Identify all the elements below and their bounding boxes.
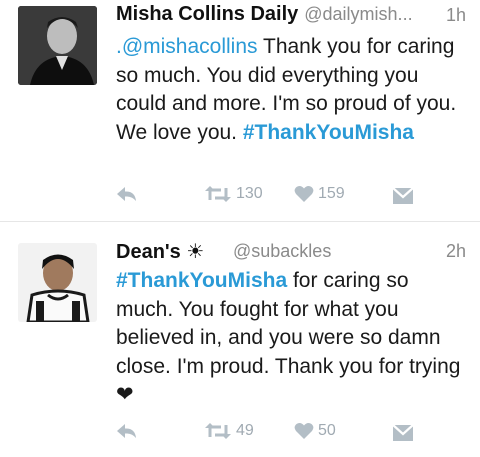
display-name[interactable]: Misha Collins Daily bbox=[116, 3, 298, 25]
reply-button[interactable] bbox=[116, 419, 138, 443]
retweet-button[interactable]: 130 bbox=[204, 182, 263, 206]
sun-emoji: ☀ bbox=[186, 241, 205, 263]
display-name[interactable]: Dean's ☀ bbox=[116, 241, 204, 263]
username[interactable]: @subackles bbox=[233, 241, 331, 262]
heart-icon bbox=[294, 422, 314, 440]
tweet-divider bbox=[0, 221, 480, 222]
direct-message-button[interactable] bbox=[392, 184, 414, 208]
avatar[interactable] bbox=[18, 243, 97, 322]
timestamp: 1h bbox=[445, 5, 466, 25]
retweet-button[interactable]: 49 bbox=[204, 419, 254, 443]
retweet-icon bbox=[204, 185, 232, 203]
tweet-actions: 130 159 bbox=[116, 182, 456, 206]
reply-icon bbox=[116, 185, 138, 203]
avatar[interactable] bbox=[18, 6, 97, 85]
like-button[interactable]: 50 bbox=[294, 419, 336, 443]
timestamp: 2h bbox=[445, 241, 466, 261]
hashtag-link[interactable]: #ThankYouMisha bbox=[116, 269, 287, 292]
tweet[interactable]: Misha Collins Daily @dailymish... 1h .@mi… bbox=[0, 0, 480, 222]
like-count: 159 bbox=[318, 185, 345, 202]
tweet[interactable]: Dean's ☀ @subackles 2h #ThankYouMisha fo… bbox=[0, 223, 480, 457]
like-button[interactable]: 159 bbox=[294, 182, 345, 206]
hashtag-link[interactable]: #ThankYouMisha bbox=[243, 121, 414, 144]
tweet-text: .@mishacollins Thank you for caring so m… bbox=[116, 33, 468, 147]
direct-message-button[interactable] bbox=[392, 421, 414, 445]
heart-emoji: ❤ bbox=[116, 383, 134, 406]
retweet-count: 49 bbox=[236, 422, 254, 439]
mention-link[interactable]: .@mishacollins bbox=[116, 35, 258, 58]
tweet-header: Misha Collins Daily @dailymish... 1h bbox=[116, 3, 466, 29]
tweet-header: Dean's ☀ @subackles 2h bbox=[116, 239, 466, 265]
retweet-icon bbox=[204, 422, 232, 440]
direct-message-icon bbox=[392, 424, 414, 442]
heart-icon bbox=[294, 185, 314, 203]
username[interactable]: @dailymish... bbox=[304, 4, 412, 24]
tweet-actions: 49 50 bbox=[116, 419, 456, 443]
like-count: 50 bbox=[318, 422, 336, 439]
direct-message-icon bbox=[392, 187, 414, 205]
tweet-text: #ThankYouMisha for caring so much. You f… bbox=[116, 267, 468, 410]
reply-icon bbox=[116, 422, 138, 440]
retweet-count: 130 bbox=[236, 185, 263, 202]
reply-button[interactable] bbox=[116, 182, 138, 206]
